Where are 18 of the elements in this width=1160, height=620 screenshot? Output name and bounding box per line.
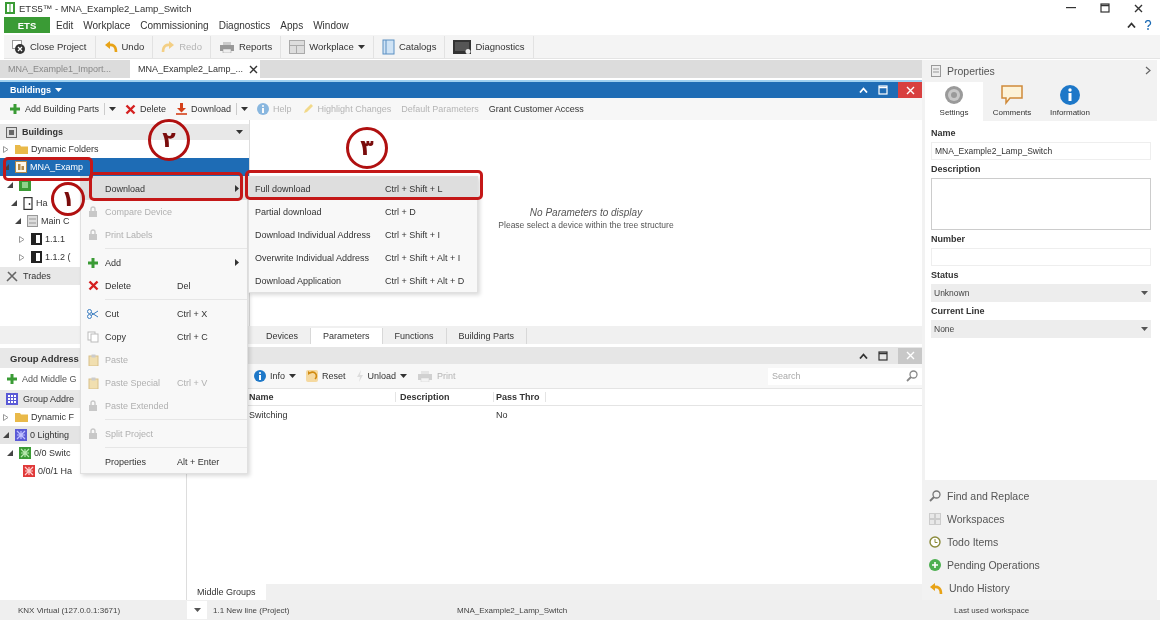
- table-cell: Switching: [249, 410, 288, 420]
- table-cell: No: [496, 410, 508, 420]
- connection-status: KNX Virtual (127.0.0.1:3671): [18, 605, 121, 615]
- window-title: ETS5™ - MNA_Example2_Lamp_Switch: [19, 2, 192, 14]
- empty-hint: Please select a device within the tree structure: [498, 219, 674, 230]
- field-label: Number: [931, 233, 965, 246]
- workspace-status: Last used workspace: [954, 605, 1030, 615]
- project-name: MNA_Example2_Lamp_Switch: [457, 605, 568, 615]
- line-status: 1.1 New line (Project): [213, 605, 290, 615]
- field-label: Current Line: [931, 305, 985, 318]
- step-marker: ۲: [148, 119, 190, 161]
- panel-title: Properties: [947, 64, 995, 77]
- step-marker: ۱: [51, 182, 85, 216]
- field-label: Description: [931, 163, 981, 176]
- field-label: Name: [931, 127, 956, 140]
- step-marker: ۳: [346, 127, 388, 169]
- field-label: Status: [931, 269, 959, 282]
- empty-title: No Parameters to display: [529, 206, 643, 218]
